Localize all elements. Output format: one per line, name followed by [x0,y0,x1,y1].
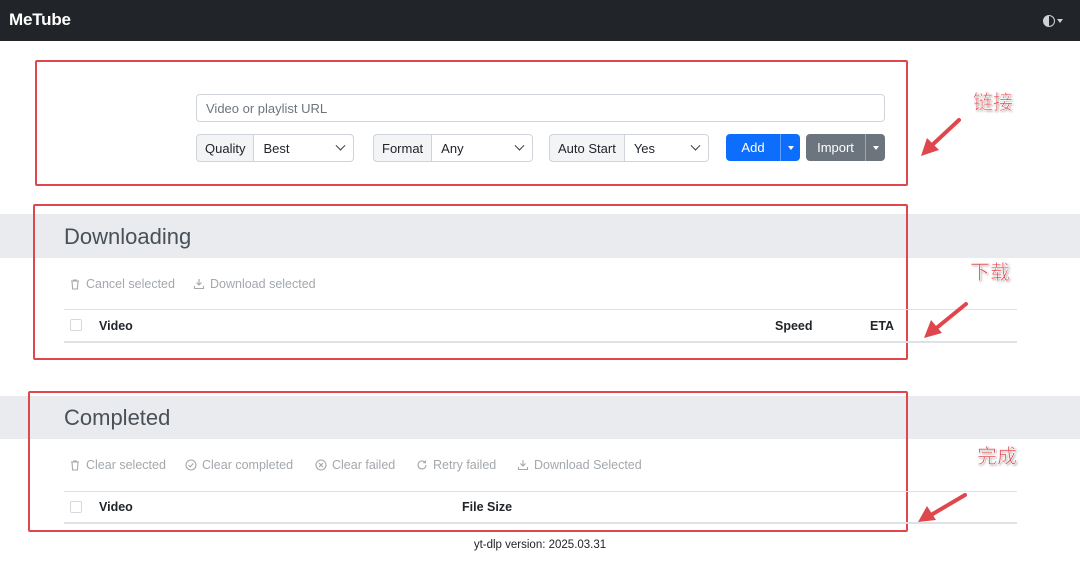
clear-completed-button[interactable]: Clear completed [185,458,293,472]
quality-label: Quality [196,134,255,162]
caret-down-icon [787,145,794,150]
retry-failed-label: Retry failed [433,458,497,472]
download-icon [517,460,529,471]
cancel-selected-button[interactable]: Cancel selected [69,277,175,291]
cancel-selected-label: Cancel selected [86,277,175,291]
quality-value: Best [263,140,290,156]
brand-title[interactable]: MeTube [9,10,71,30]
import-dropdown-toggle[interactable] [865,134,885,161]
refresh-icon [417,460,427,470]
url-input[interactable] [196,94,885,122]
annotation-label-download: 下载 [970,260,1011,285]
add-dropdown-toggle[interactable] [780,134,800,161]
download-selected-button[interactable]: Download selected [193,277,316,291]
format-label: Format [373,134,433,162]
completed-col-video: Video [99,500,133,514]
annotation-arrow-download [924,302,968,338]
trash-icon [71,279,79,290]
download-selected-label: Download selected [210,277,316,291]
annotation-arrow-link [921,118,961,156]
add-button-group: Add [726,134,800,161]
auto-start-group: Auto Start Yes [549,134,709,162]
downloading-col-eta: ETA [870,319,895,333]
contrast-icon [1043,15,1055,27]
downloading-col-speed: Speed [775,319,813,333]
downloading-select-all-checkbox[interactable] [70,319,82,331]
check-circle-icon [185,459,197,471]
completed-select-all-checkbox[interactable] [70,501,82,513]
chevron-down-icon [336,140,346,151]
downloading-table-header-rule [64,341,1017,343]
retry-failed-button[interactable]: Retry failed [416,458,496,472]
annotation-label-complete: 完成 [977,444,1018,469]
clear-failed-label: Clear failed [332,458,396,472]
auto-start-value: Yes [633,140,656,156]
downloading-table-top-rule [64,309,1017,310]
quality-select[interactable]: Best [254,134,355,162]
chevron-down-icon [1057,19,1063,23]
navbar [0,0,1080,41]
annotation-label-link: 链接 [973,90,1014,115]
download-icon [193,279,205,290]
caret-down-icon [872,145,879,150]
import-button-group: Import [806,134,885,161]
completed-col-file-size: File Size [462,500,513,514]
completed-table-header-rule [64,522,1017,524]
version-footer: yt-dlp version: 2025.03.31 [473,539,607,551]
auto-start-label: Auto Start [549,134,625,162]
download-selected-completed-button[interactable]: Download Selected [517,458,642,472]
auto-start-select[interactable]: Yes [624,134,709,162]
annotation-box-link [35,60,908,186]
add-button[interactable]: Add [726,134,780,161]
annotation-arrow-complete [918,493,967,522]
import-button[interactable]: Import [806,134,865,161]
download-selected-completed-label: Download Selected [534,458,642,472]
chevron-down-icon [514,140,525,151]
clear-selected-button[interactable]: Clear selected [69,458,166,472]
clear-completed-label: Clear completed [202,458,294,472]
format-group: Format Any [373,134,534,162]
x-circle-icon [315,459,327,471]
format-select[interactable]: Any [432,134,534,162]
clear-selected-label: Clear selected [86,458,166,472]
downloading-col-video: Video [99,319,133,333]
clear-failed-button[interactable]: Clear failed [315,458,395,472]
quality-group: Quality Best [196,134,355,162]
completed-table-top-rule [64,491,1017,492]
theme-toggle[interactable] [1043,13,1067,29]
format-value: Any [441,140,464,156]
chevron-down-icon [690,140,701,151]
trash-icon [71,460,79,471]
